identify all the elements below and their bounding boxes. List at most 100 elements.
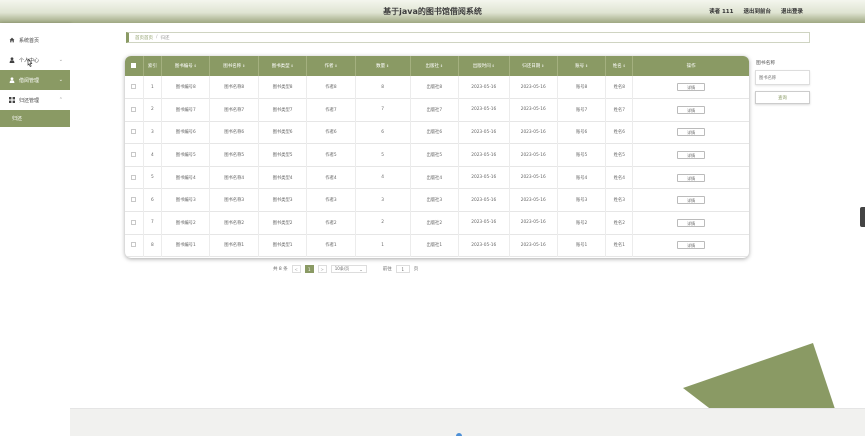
column-header[interactable]: 出版时间⇕	[458, 56, 510, 76]
book-name-search-input[interactable]	[755, 70, 810, 85]
column-header: 索引	[143, 56, 163, 76]
table-cell: 图书类型2	[258, 211, 308, 235]
select-all-checkbox[interactable]	[125, 56, 144, 76]
detail-button[interactable]: 详情	[677, 105, 706, 114]
table-cell: 姓名5	[605, 143, 634, 167]
table-cell: 图书编号5	[161, 143, 211, 167]
column-header[interactable]: 账号⇕	[557, 56, 607, 76]
table-cell: 账号1	[557, 234, 607, 257]
goto-page-input[interactable]: 1	[395, 265, 410, 273]
row-checkbox[interactable]	[125, 234, 144, 257]
column-header[interactable]: 图书编号⇕	[161, 56, 211, 76]
sidebar-item-label: 借阅管理	[19, 77, 40, 84]
detail-button[interactable]: 详情	[677, 128, 706, 137]
table-row: 1 图书编号8 图书名称8 图书类型8 作者8 8 出版社8 2023-05-16 2023-0…	[125, 76, 749, 99]
detail-button[interactable]: 详情	[677, 218, 706, 227]
sidebar-item-home[interactable]: 系统首页	[0, 30, 70, 50]
table-cell: 4	[355, 166, 411, 189]
row-checkbox[interactable]	[125, 188, 144, 212]
detail-button[interactable]: 详情	[677, 196, 706, 205]
sidebar-item-profile[interactable]: 个人中心 ⌄	[0, 50, 70, 70]
page-size-select[interactable]: 10条/页 ⌄	[330, 265, 367, 273]
sort-icon: ⇕	[334, 64, 338, 68]
table-cell: 姓名2	[605, 211, 634, 235]
table-header-row: 索引 图书编号⇕ 图书名称⇕ 图书类型⇕ 作者⇕ 数量⇕ 出版社⇕ 出版时间⇕ …	[125, 56, 749, 76]
table-cell: 2023-05-16	[458, 234, 510, 257]
table-cell: 2023-05-16	[509, 121, 558, 144]
sort-icon: ⇕	[386, 64, 390, 68]
table-cell: 2023-05-16	[509, 98, 558, 122]
sort-icon: ⇕	[585, 64, 589, 68]
sidebar-item-borrow[interactable]: 借阅管理 ⌄	[0, 70, 70, 90]
table-cell: 姓名1	[605, 234, 634, 257]
row-checkbox[interactable]	[125, 166, 144, 189]
detail-button[interactable]: 详情	[677, 241, 706, 250]
logout-link[interactable]: 退出登录	[781, 7, 803, 15]
table-cell: 1	[143, 76, 163, 99]
breadcrumb-home[interactable]: 首页首页	[135, 35, 153, 41]
column-header[interactable]: 出版社⇕	[410, 56, 459, 76]
table-cell: 图书名称3	[209, 188, 259, 212]
table-cell: 2023-05-16	[458, 166, 510, 189]
prev-page-button[interactable]: <	[291, 265, 301, 273]
actions-cell: 详情	[633, 76, 749, 99]
table-cell: 图书类型8	[258, 76, 308, 99]
table-cell: 作者7	[306, 98, 356, 122]
column-header[interactable]: 图书名称⇕	[209, 56, 259, 76]
table-cell: 图书编号7	[161, 98, 211, 122]
column-header[interactable]: 数量⇕	[355, 56, 411, 76]
sidebar-subitem-return[interactable]: 归还	[0, 110, 70, 127]
table-cell: 2023-05-16	[458, 211, 510, 235]
search-button[interactable]: 查询	[755, 91, 810, 104]
table-cell: 作者3	[306, 188, 356, 212]
row-checkbox[interactable]	[125, 76, 144, 99]
breadcrumb-current: 归还	[160, 35, 170, 41]
column-header[interactable]: 图书类型⇕	[258, 56, 308, 76]
row-checkbox[interactable]	[125, 211, 144, 235]
scroll-handle[interactable]	[860, 207, 865, 227]
home-icon	[9, 37, 15, 43]
table-cell: 5	[355, 143, 411, 167]
table-row: 4 图书编号5 图书名称5 图书类型5 作者5 5 出版社5 2023-05-16 2023-0…	[125, 143, 749, 167]
table-cell: 7	[143, 211, 163, 235]
sidebar-item-return[interactable]: 归还管理 ⌃	[0, 90, 70, 110]
return-table: 索引 图书编号⇕ 图书名称⇕ 图书类型⇕ 作者⇕ 数量⇕ 出版社⇕ 出版时间⇕ …	[125, 56, 749, 258]
table-cell: 图书名称2	[209, 211, 259, 235]
table-cell: 2023-05-16	[458, 143, 510, 167]
row-checkbox[interactable]	[125, 121, 144, 144]
table-cell: 作者2	[306, 211, 356, 235]
table-cell: 图书名称5	[209, 143, 259, 167]
decorative-shape	[683, 343, 865, 413]
table-cell: 图书名称1	[209, 234, 259, 257]
column-header[interactable]: 作者⇕	[306, 56, 356, 76]
column-header[interactable]: 归还日期⇕	[509, 56, 558, 76]
table-cell: 账号6	[557, 121, 607, 144]
header-links: 读者 111 退出到前台 退出登录	[709, 7, 803, 15]
mouse-cursor-icon	[26, 58, 34, 70]
actions-cell: 详情	[633, 212, 749, 235]
user-icon	[9, 77, 15, 83]
detail-button[interactable]: 详情	[677, 151, 706, 160]
detail-button[interactable]: 详情	[677, 83, 706, 92]
table-cell: 作者1	[306, 234, 356, 257]
table-cell: 7	[355, 98, 411, 122]
actions-cell: 详情	[633, 99, 749, 122]
table-cell: 图书名称8	[209, 76, 259, 99]
page-unit-label: 页	[413, 267, 419, 272]
row-checkbox[interactable]	[125, 143, 144, 167]
next-page-button[interactable]: >	[317, 265, 327, 273]
goto-frontend-link[interactable]: 退出到前台	[743, 7, 771, 15]
table-cell: 姓名3	[605, 188, 634, 212]
sidebar-item-label: 归还管理	[19, 97, 40, 104]
table-cell: 8	[143, 234, 163, 257]
table-cell: 图书类型3	[258, 188, 308, 212]
detail-button[interactable]: 详情	[677, 173, 706, 182]
row-checkbox[interactable]	[125, 98, 144, 122]
table-row: 8 图书编号1 图书名称1 图书类型1 作者1 1 出版社1 2023-05-16 2023-0…	[125, 234, 749, 257]
table-cell: 图书编号6	[161, 121, 211, 144]
column-header[interactable]: 姓名⇕	[605, 56, 634, 76]
column-header-actions: 操作	[686, 64, 696, 69]
table-row: 7 图书编号2 图书名称2 图书类型2 作者2 2 出版社2 2023-05-16 2023-0…	[125, 211, 749, 235]
actions-cell: 详情	[633, 144, 749, 167]
page-number-button[interactable]: 1	[304, 265, 314, 273]
